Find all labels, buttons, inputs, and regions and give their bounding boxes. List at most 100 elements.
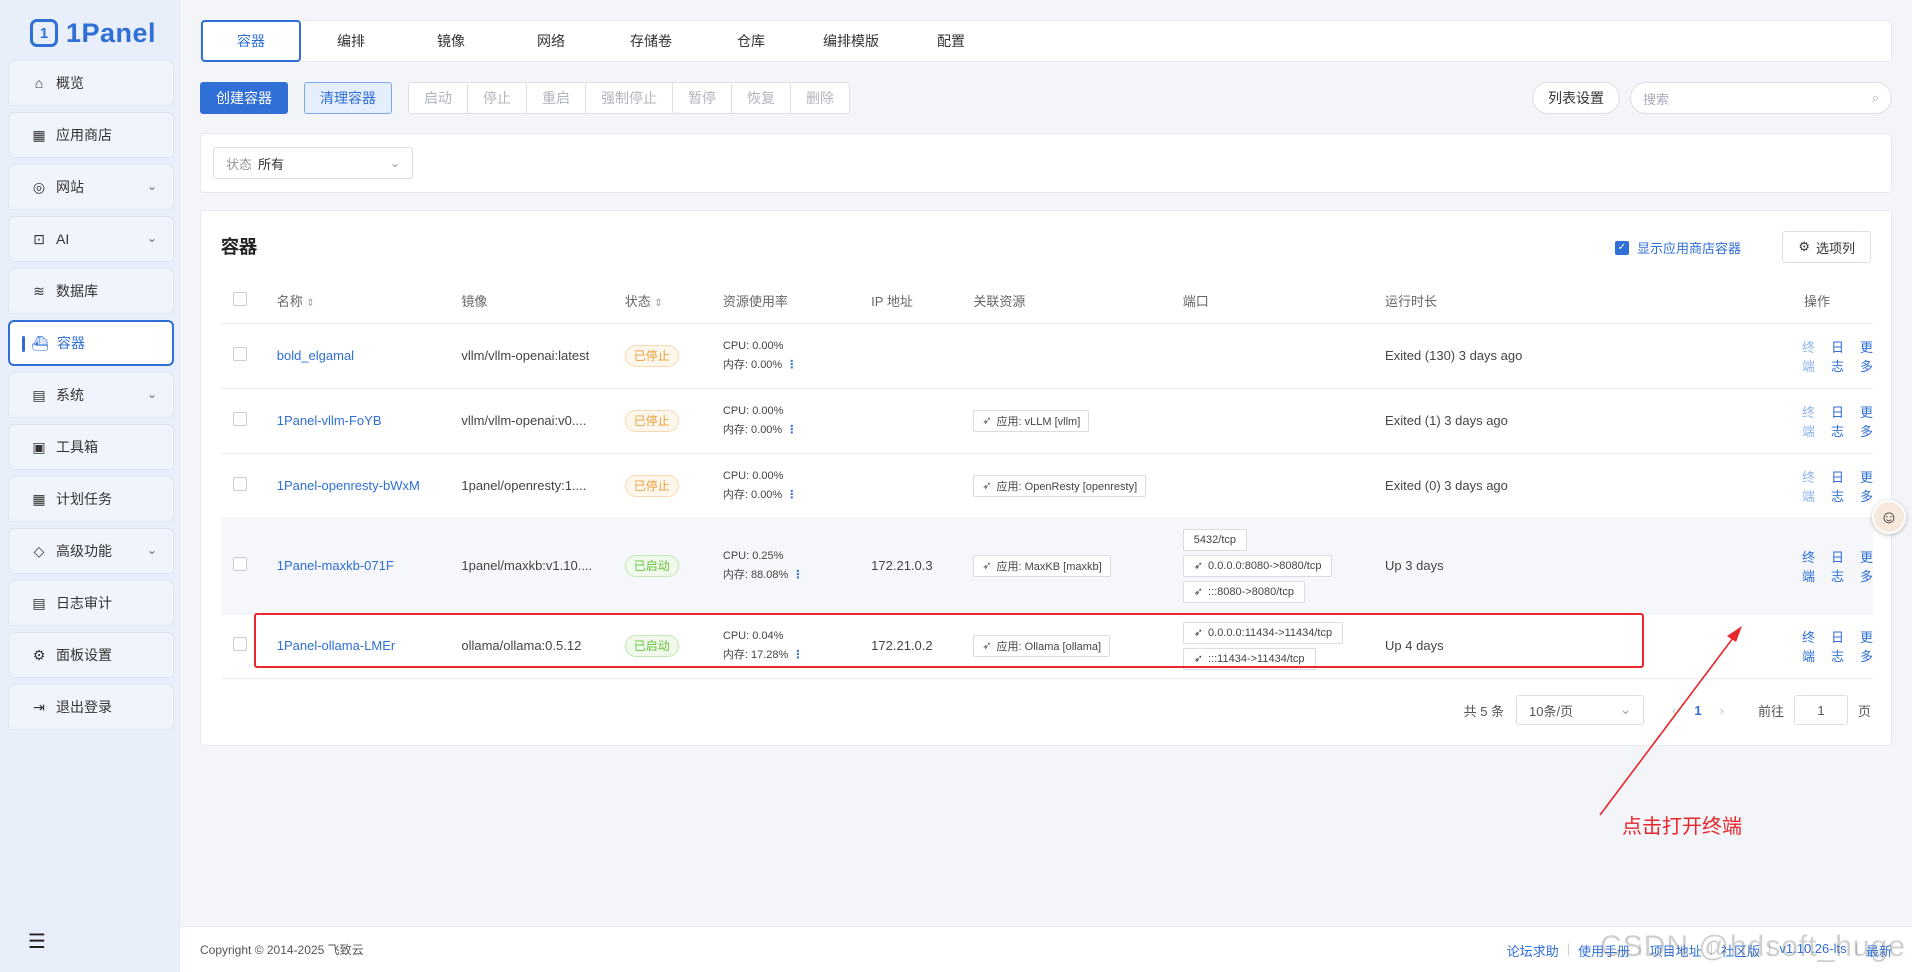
status-filter-select[interactable]: 状态 所有 ⌄ — [213, 147, 413, 179]
send-arrow-icon: ➶ — [982, 480, 992, 492]
sidebar-item-12[interactable]: ⇥ 退出登录 — [8, 684, 174, 730]
container-name-link[interactable]: 1Panel-ollama-LMEr — [277, 638, 396, 653]
col-name-header[interactable]: 名称 — [277, 294, 303, 309]
page-suffix: 页 — [1857, 703, 1871, 719]
batch-action-button[interactable]: 停止 — [467, 82, 527, 114]
terminal-link[interactable]: 终端 — [1802, 337, 1815, 375]
tab-5[interactable]: 仓库 — [701, 20, 801, 62]
select-all-checkbox[interactable] — [233, 292, 247, 307]
more-link[interactable]: 更多 — [1860, 337, 1873, 375]
search-input[interactable]: 搜索 ⌕ — [1630, 82, 1892, 114]
sidebar-item-3[interactable]: ⊡ AI ⌄ — [8, 216, 174, 262]
more-link[interactable]: 更多 — [1860, 547, 1873, 585]
port-tag[interactable]: ➶ 0.0.0.0:8080->8080/tcp — [1182, 554, 1333, 577]
relation-tag[interactable]: ➶ 应用: OpenResty [openresty] — [973, 474, 1147, 497]
clean-containers-button[interactable]: 清理容器 — [304, 82, 392, 114]
relation-value: 应用: Ollama [ollama] — [996, 640, 1102, 653]
port-tag[interactable]: ➶:::11434->11434/tcp — [1182, 647, 1316, 670]
sidebar-item-2[interactable]: ◎ 网站 ⌄ — [8, 164, 174, 210]
footer-link[interactable]: 论坛求助 — [1507, 941, 1559, 960]
batch-action-button[interactable]: 重启 — [526, 82, 586, 114]
prev-page-icon[interactable]: ‹ — [1672, 703, 1676, 718]
container-name-link[interactable]: bold_elgamal — [277, 348, 354, 363]
relation-tag[interactable]: ➶ 应用: Ollama [ollama] — [973, 634, 1111, 657]
col-status-header[interactable]: 状态 — [625, 294, 651, 309]
row-checkbox[interactable] — [233, 412, 247, 426]
more-link[interactable]: 更多 — [1860, 402, 1873, 440]
chevron-down-icon: ⌄ — [146, 387, 157, 401]
more-link[interactable]: 更多 — [1860, 467, 1873, 505]
terminal-link[interactable]: 终端 — [1802, 547, 1815, 585]
log-link[interactable]: 日志 — [1831, 337, 1844, 375]
row-checkbox[interactable] — [233, 347, 247, 361]
container-name-link[interactable]: 1Panel-vllm-FoYB — [277, 413, 382, 428]
create-container-button[interactable]: 创建容器 — [200, 82, 288, 114]
container-name-link[interactable]: 1Panel-maxkb-071F — [277, 558, 394, 573]
log-link[interactable]: 日志 — [1831, 627, 1844, 665]
globe-icon: ◎ — [32, 178, 46, 195]
more-vertical-icon[interactable]: ⋮ — [792, 569, 803, 581]
port-tag[interactable]: ➶ 0.0.0.0:11434->11434/tcp — [1182, 621, 1344, 644]
send-arrow-icon: ➶ — [1193, 627, 1204, 639]
batch-action-button[interactable]: 恢复 — [731, 82, 791, 114]
sidebar-item-6[interactable]: ▤ 系统 ⌄ — [8, 372, 174, 418]
sidebar-item-9[interactable]: ◇ 高级功能 ⌄ — [8, 528, 174, 574]
collapse-menu-icon[interactable]: ☰ — [28, 929, 46, 954]
sidebar-item-8[interactable]: ▦ 计划任务 — [8, 476, 174, 522]
sidebar-item-10[interactable]: ▤ 日志审计 — [8, 580, 174, 626]
sort-icon[interactable]: ⇕ — [306, 298, 314, 309]
container-image: 1panel/maxkb:v1.10.... — [461, 558, 593, 573]
log-link[interactable]: 日志 — [1831, 547, 1844, 585]
port-tag[interactable]: 5432/tcp — [1182, 528, 1247, 551]
relation-value: 应用: vLLM [vllm] — [996, 415, 1081, 428]
more-vertical-icon[interactable]: ⋮ — [786, 424, 797, 436]
container-list-card: 容器 ✓ 显示应用商店容器 ⚙ 选项列 名称 ⇕ 镜像 状态 ⇕ 资源使用率 I… — [200, 210, 1892, 746]
tab-7[interactable]: 配置 — [901, 20, 1001, 62]
columns-option-button[interactable]: ⚙ 选项列 — [1782, 231, 1871, 263]
tab-6[interactable]: 编排模版 — [801, 20, 901, 62]
sidebar-item-4[interactable]: ≋ 数据库 — [8, 268, 174, 314]
sort-icon[interactable]: ⇕ — [654, 298, 662, 309]
terminal-link[interactable]: 终端 — [1802, 627, 1815, 665]
sidebar-item-5[interactable]: ⛴ 容器 — [8, 320, 174, 366]
tab-3[interactable]: 网络 — [501, 20, 601, 62]
sidebar-item-7[interactable]: ▣ 工具箱 — [8, 424, 174, 470]
sidebar-item-11[interactable]: ⚙ 面板设置 — [8, 632, 174, 678]
list-settings-button[interactable]: 列表设置 — [1532, 82, 1620, 114]
page-size-select[interactable]: 10条/页 ⌄ — [1516, 695, 1645, 725]
assistant-avatar[interactable]: ☺ — [1872, 500, 1906, 534]
tab-1[interactable]: 编排 — [301, 20, 401, 62]
tab-0[interactable]: 容器 — [201, 20, 301, 62]
current-page[interactable]: 1 — [1694, 703, 1701, 718]
tab-4[interactable]: 存储卷 — [601, 20, 701, 62]
batch-action-button[interactable]: 暂停 — [672, 82, 732, 114]
terminal-link[interactable]: 终端 — [1802, 402, 1815, 440]
tab-2[interactable]: 镜像 — [401, 20, 501, 62]
log-link[interactable]: 日志 — [1831, 402, 1844, 440]
relation-tag[interactable]: ➶ 应用: MaxKB [maxkb] — [973, 554, 1111, 577]
goto-page-input[interactable]: 1 — [1793, 695, 1848, 725]
batch-action-button[interactable]: 启动 — [408, 82, 468, 114]
sidebar-item-1[interactable]: ▦ 应用商店 — [8, 112, 174, 158]
batch-action-button[interactable]: 强制停止 — [585, 82, 673, 114]
row-checkbox[interactable] — [233, 557, 247, 571]
batch-action-button[interactable]: 删除 — [790, 82, 850, 114]
log-link[interactable]: 日志 — [1831, 467, 1844, 505]
next-page-icon[interactable]: › — [1720, 703, 1724, 718]
more-vertical-icon[interactable]: ⋮ — [792, 649, 803, 661]
terminal-link[interactable]: 终端 — [1802, 467, 1815, 505]
relation-tag[interactable]: ➶ 应用: vLLM [vllm] — [973, 409, 1090, 432]
more-vertical-icon[interactable]: ⋮ — [786, 359, 797, 371]
apps-grid-icon: ▦ — [32, 126, 46, 143]
port-tag[interactable]: ➶:::8080->8080/tcp — [1182, 580, 1305, 603]
container-name-link[interactable]: 1Panel-openresty-bWxM — [277, 478, 420, 493]
send-arrow-icon: ➶ — [982, 415, 992, 427]
show-store-containers-checkbox[interactable]: ✓ 显示应用商店容器 — [1614, 238, 1741, 257]
row-checkbox[interactable] — [233, 477, 247, 491]
sidebar-item-0[interactable]: ⌂ 概览 — [8, 60, 174, 106]
logo[interactable]: 1 1Panel — [0, 0, 179, 54]
more-link[interactable]: 更多 — [1860, 627, 1873, 665]
row-checkbox[interactable] — [233, 637, 247, 651]
copyright: Copyright © 2014-2025 飞致云 — [200, 943, 364, 957]
more-vertical-icon[interactable]: ⋮ — [786, 489, 797, 501]
